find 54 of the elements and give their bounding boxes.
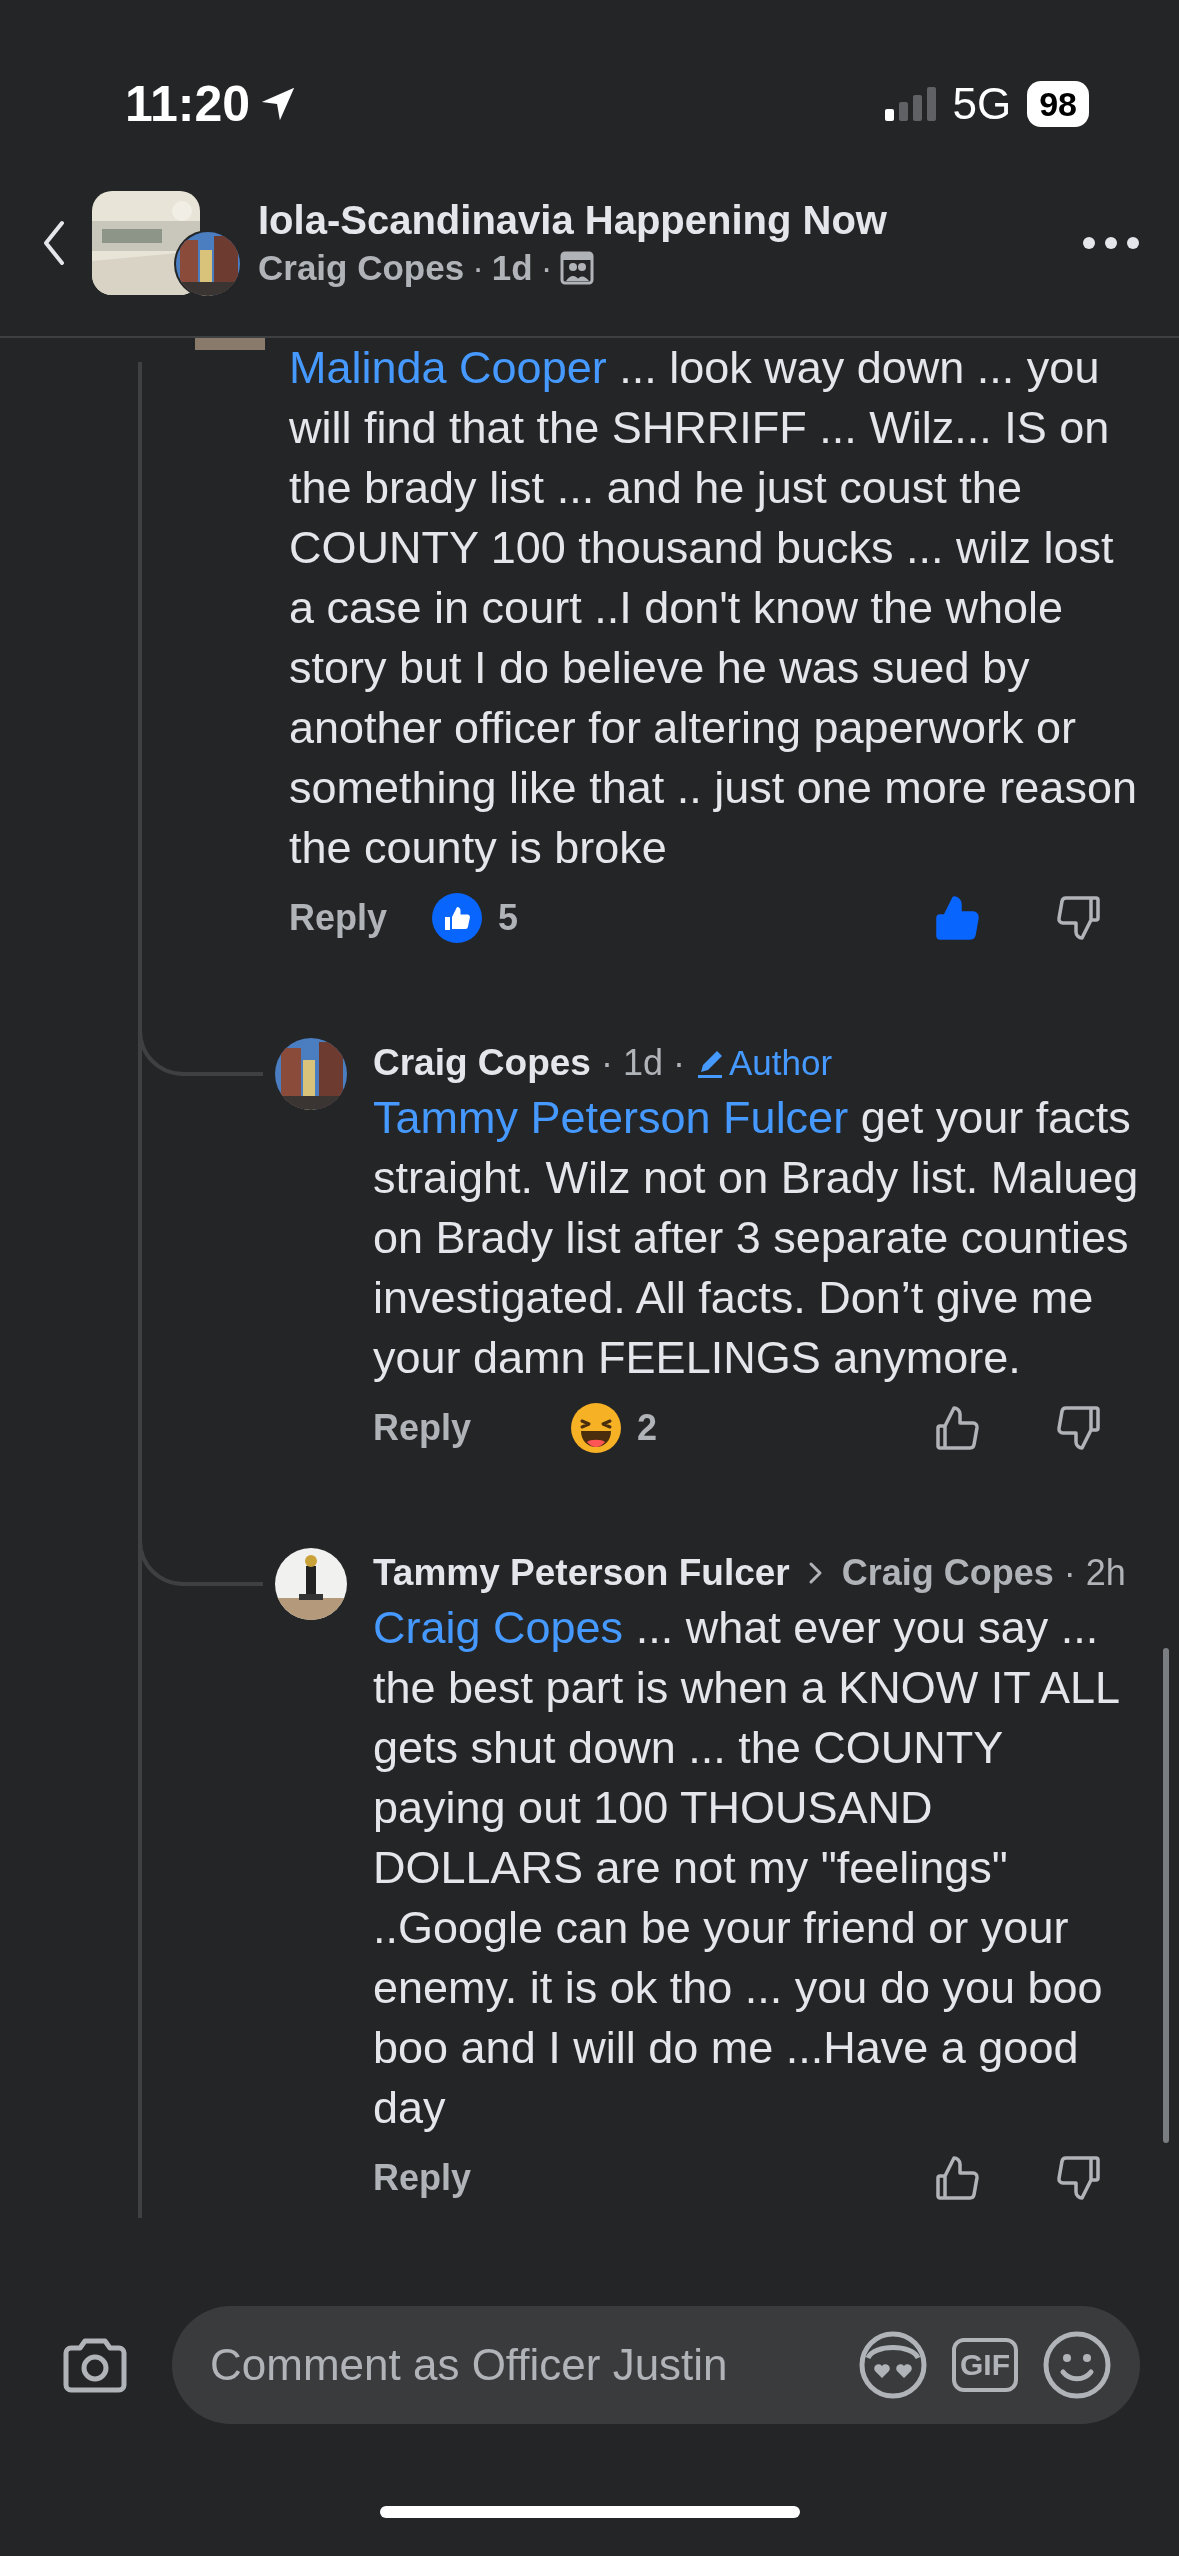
reply-to-name[interactable]: Craig Copes bbox=[841, 1548, 1054, 1598]
comment-field[interactable]: Comment as Officer Justin GIF bbox=[172, 2306, 1140, 2424]
signal-icon bbox=[885, 87, 937, 121]
subtitle-text: · bbox=[540, 247, 553, 289]
like-reaction-icon bbox=[432, 893, 483, 943]
dislike-button[interactable] bbox=[1056, 2154, 1100, 2202]
dislike-button[interactable] bbox=[1056, 1404, 1100, 1452]
sticker-icon bbox=[858, 2330, 928, 2400]
status-time: 11:20 bbox=[125, 75, 251, 134]
thumbs-down-icon bbox=[1056, 894, 1100, 942]
like-button[interactable] bbox=[936, 894, 980, 942]
smiley-icon bbox=[1042, 2330, 1112, 2400]
thumbs-down-icon bbox=[1056, 1404, 1100, 1452]
comment-time: 2h bbox=[1085, 1551, 1126, 1595]
reply-button[interactable]: Reply bbox=[373, 2151, 472, 2205]
thumbs-up-icon bbox=[936, 894, 980, 942]
pencil-icon bbox=[695, 1048, 725, 1078]
network-label: 5G bbox=[952, 78, 1012, 130]
comment-text: Craig Copes ... what ever you say ... the best part is when a KNOW IT ALL gets shut down ... the COUNTY paying out 100 THOUSAND DOLLARS are not my "feelings" ..Google can be your friend or your enemy. it is ok tho ... you do you boo boo and I will do me ...Have a good day bbox=[373, 1601, 1120, 2135]
separator-dot: · bbox=[600, 1041, 613, 1085]
like-button[interactable] bbox=[936, 1404, 980, 1452]
sticker-button[interactable] bbox=[858, 2330, 928, 2400]
comment-time: 1d bbox=[622, 1041, 663, 1085]
chevron-right-icon bbox=[807, 1561, 824, 1585]
battery-indicator: 98 bbox=[1027, 81, 1089, 127]
group-title[interactable]: Iola-Scandinavia Happening Now bbox=[258, 195, 1083, 245]
more-icon bbox=[1083, 237, 1139, 249]
author-name[interactable]: Craig Copes bbox=[373, 1038, 591, 1088]
thumbs-down-icon bbox=[1056, 2154, 1100, 2202]
author-label: Author bbox=[729, 1042, 833, 1084]
reply-button[interactable]: Reply bbox=[373, 1401, 472, 1455]
subtitle-text: · bbox=[472, 247, 484, 289]
emoji-button[interactable] bbox=[1042, 2330, 1112, 2400]
reaction-count[interactable]: 2 bbox=[637, 1401, 658, 1455]
subtitle-text: Craig Copes bbox=[258, 247, 465, 289]
thumbs-up-icon bbox=[936, 1404, 980, 1452]
group-icon bbox=[560, 251, 595, 285]
dislike-button[interactable] bbox=[1056, 894, 1100, 942]
mention-link[interactable]: Malinda Cooper bbox=[289, 342, 607, 393]
more-button[interactable] bbox=[1083, 237, 1139, 249]
comment-text: Malinda Cooper ... look way down ... you will find that the SHRRIFF ... Wilz... IS on the brady list ... and he just coust the COUNTY 100 thousand bucks ... wilz lost a case in court ..I don't know the whole story but I do believe he was sued by another officer for altering paperwork or something like that .. just one more reason the county is broke bbox=[289, 341, 1138, 875]
reply-button[interactable]: Reply bbox=[289, 891, 388, 945]
thumbs-up-icon bbox=[936, 2154, 980, 2202]
separator-dot: · bbox=[1063, 1551, 1076, 1595]
gif-button[interactable]: GIF bbox=[952, 2338, 1018, 2392]
laughing-emoji-icon bbox=[571, 1403, 622, 1453]
separator-dot: · bbox=[673, 1041, 685, 1085]
like-button[interactable] bbox=[936, 2154, 980, 2202]
author-name[interactable]: Tammy Peterson Fulcer bbox=[373, 1548, 790, 1598]
comment-text: Tammy Peterson Fulcer get your facts straight. Wilz not on Brady list. Malueg on Brady list after 3 separate counties investigated. All facts. Don’t give me your damn FEELINGS anymore. bbox=[373, 1091, 1140, 1385]
reaction-count[interactable]: 5 bbox=[498, 891, 519, 945]
mention-link[interactable]: Craig Copes bbox=[373, 1602, 624, 1653]
mention-link[interactable]: Tammy Peterson Fulcer bbox=[373, 1092, 849, 1143]
subtitle-text: 1d bbox=[491, 247, 533, 289]
